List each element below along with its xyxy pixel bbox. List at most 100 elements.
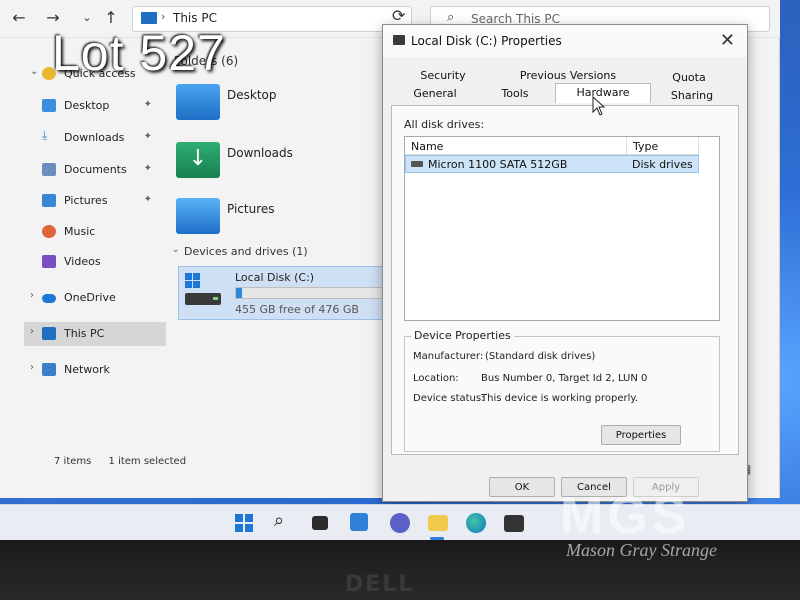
tab-quota[interactable]: Quota xyxy=(645,69,733,87)
tab-sharing[interactable]: Sharing xyxy=(651,87,733,105)
edge-browser-icon[interactable] xyxy=(466,513,486,533)
sidebar-item-videos[interactable]: Videos xyxy=(24,250,166,274)
network-icon xyxy=(42,363,56,376)
document-icon xyxy=(42,163,56,176)
task-view-icon[interactable] xyxy=(312,516,328,530)
pictures-folder-icon xyxy=(176,198,220,234)
close-icon[interactable]: ✕ xyxy=(720,30,735,51)
disk-drive-icon xyxy=(411,161,423,167)
tab-security[interactable]: Security xyxy=(395,67,491,85)
sidebar-item-this-pc[interactable]: › This PC xyxy=(24,322,166,346)
sidebar-item-documents[interactable]: Documents ✦ xyxy=(24,158,166,182)
expand-chevron-icon[interactable]: ⌄ xyxy=(30,66,38,77)
sidebar-item-downloads[interactable]: ⤓ Downloads ✦ xyxy=(24,126,166,150)
device-status-label: Device status: xyxy=(413,393,485,404)
device-status-value: This device is working properly. xyxy=(481,393,639,404)
sidebar-item-network[interactable]: › Network xyxy=(24,358,166,382)
sidebar-item-desktop[interactable]: Desktop ✦ xyxy=(24,94,166,118)
refresh-icon[interactable]: ⟳ xyxy=(392,6,405,25)
sidebar-item-pictures[interactable]: Pictures ✦ xyxy=(24,189,166,213)
sidebar-item-label: Music xyxy=(64,225,96,238)
hardware-tab-panel: All disk drives: Name Type Micron 1100 S… xyxy=(391,105,739,455)
folder-item-pictures[interactable]: Pictures xyxy=(170,194,380,244)
expand-chevron-icon[interactable]: › xyxy=(30,290,34,301)
sidebar-item-label: Desktop xyxy=(64,99,110,112)
content-pane: Folders (6) Desktop ↓ Downloads Pictures… xyxy=(170,50,388,470)
collapse-chevron-icon: ⌄ xyxy=(172,245,180,255)
location-value: Bus Number 0, Target Id 2, LUN 0 xyxy=(481,373,648,384)
dell-logo: DELL xyxy=(345,572,415,597)
widgets-icon[interactable] xyxy=(350,513,368,531)
back-arrow-icon[interactable]: ← xyxy=(8,8,30,27)
pc-icon xyxy=(42,327,56,340)
address-text: This PC xyxy=(173,11,217,25)
recent-chevron-icon[interactable]: ⌄ xyxy=(76,11,98,24)
properties-button[interactable]: Properties xyxy=(601,425,681,445)
cloud-icon xyxy=(42,294,56,303)
pin-icon: ✦ xyxy=(143,194,152,205)
drive-icon xyxy=(393,35,405,45)
folder-item-desktop[interactable]: Desktop xyxy=(170,80,380,130)
column-header-name[interactable]: Name xyxy=(405,137,627,155)
expand-chevron-icon[interactable]: › xyxy=(30,362,34,373)
search-icon: ⌕ xyxy=(447,10,455,25)
music-icon xyxy=(42,225,56,238)
drive-usage-bar xyxy=(235,287,383,299)
tab-tools[interactable]: Tools xyxy=(475,85,555,103)
location-label: Location: xyxy=(413,373,459,384)
sidebar-item-label: Pictures xyxy=(64,194,108,207)
dialog-title: Local Disk (C:) Properties xyxy=(411,34,562,48)
sidebar-item-label: Documents xyxy=(64,163,127,176)
navigation-pane: ⌄ Quick access Desktop ✦ ⤓ Downloads ✦ D… xyxy=(24,56,169,456)
drive-name: Local Disk (C:) xyxy=(235,271,315,284)
folder-label: Pictures xyxy=(227,202,275,216)
status-selected-count: 1 item selected xyxy=(108,456,187,467)
chat-icon[interactable] xyxy=(390,513,410,533)
drive-free-space: 455 GB free of 476 GB xyxy=(235,303,359,316)
drive-item-local-disk[interactable]: Local Disk (C:) 455 GB free of 476 GB xyxy=(178,266,388,320)
pin-icon: ✦ xyxy=(143,99,152,110)
pin-icon: ✦ xyxy=(143,163,152,174)
downloads-folder-icon: ↓ xyxy=(176,142,220,178)
folder-label: Downloads xyxy=(227,146,293,160)
folder-item-downloads[interactable]: ↓ Downloads xyxy=(170,138,380,188)
store-icon[interactable] xyxy=(504,515,524,532)
screen: ← → ⌄ ↑ › This PC ⟳ ⌕ Search This PC ⌄ Q… xyxy=(0,0,800,540)
sidebar-item-label: Downloads xyxy=(64,131,125,144)
desktop-folder-icon xyxy=(176,84,220,120)
cursor-arrow-icon xyxy=(592,96,606,116)
watermark-logo: MGS xyxy=(560,487,691,545)
dialog-title-bar: Local Disk (C:) Properties ✕ xyxy=(383,25,747,57)
devices-header[interactable]: ⌄ Devices and drives (1) xyxy=(170,245,385,258)
sidebar-item-label: OneDrive xyxy=(64,291,116,304)
sidebar-item-label: This PC xyxy=(64,327,105,340)
status-items-count: 7 items xyxy=(54,456,92,467)
expand-chevron-icon[interactable]: › xyxy=(30,326,34,337)
drive-icon xyxy=(185,273,221,305)
chevron-right-icon: › xyxy=(161,10,166,23)
all-disk-drives-label: All disk drives: xyxy=(404,118,485,131)
folder-label: Desktop xyxy=(227,88,277,102)
disk-drive-row[interactable]: Micron 1100 SATA 512GB Disk drives xyxy=(405,155,699,173)
disk-drives-list[interactable]: Name Type Micron 1100 SATA 512GB Disk dr… xyxy=(404,136,720,321)
sidebar-item-onedrive[interactable]: › OneDrive xyxy=(24,286,166,310)
devices-header-label: Devices and drives (1) xyxy=(184,245,308,258)
sidebar-item-music[interactable]: Music xyxy=(24,220,166,244)
tab-general[interactable]: General xyxy=(395,85,475,103)
manufacturer-label: Manufacturer: xyxy=(413,351,484,362)
start-menu-icon[interactable] xyxy=(234,513,254,533)
device-properties-title: Device Properties xyxy=(411,329,514,342)
ok-button[interactable]: OK xyxy=(489,477,555,497)
disk-drive-type: Disk drives xyxy=(632,158,693,171)
column-header-type[interactable]: Type xyxy=(627,137,699,155)
lot-number-overlay: Lot 527 xyxy=(52,25,226,81)
download-icon: ⤓ xyxy=(42,128,48,142)
manufacturer-value: (Standard disk drives) xyxy=(485,351,596,362)
picture-icon xyxy=(42,194,56,207)
sidebar-item-label: Network xyxy=(64,363,110,376)
desktop-icon xyxy=(42,99,56,112)
file-explorer-icon[interactable] xyxy=(428,515,448,531)
search-icon[interactable]: ⌕ xyxy=(274,510,294,531)
disk-drive-name: Micron 1100 SATA 512GB xyxy=(428,158,568,171)
properties-dialog: Local Disk (C:) Properties ✕ Security Pr… xyxy=(382,24,748,502)
